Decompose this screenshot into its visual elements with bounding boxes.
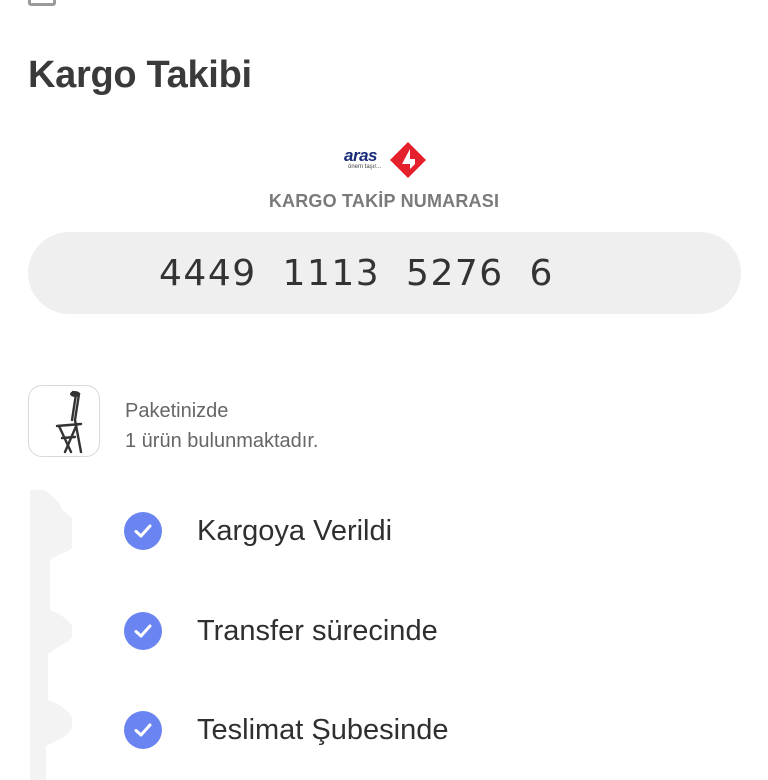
carrier-logo: aras önem taşır... — [340, 140, 430, 182]
status-step-label: Teslimat Şubesinde — [197, 713, 449, 746]
aras-logo-icon — [390, 142, 426, 178]
status-step-label: Transfer sürecinde — [197, 614, 438, 647]
timeline-rail — [30, 490, 72, 780]
status-step-2: Transfer sürecinde — [124, 612, 438, 650]
top-breadcrumb-strip — [0, 0, 768, 8]
tracking-number[interactable]: 4449 1113 5276 6 — [159, 253, 554, 294]
product-thumbnail[interactable] — [28, 385, 100, 457]
carrier-logo-tagline: önem taşır... — [348, 164, 382, 170]
grid-icon — [28, 0, 56, 6]
package-line-2: 1 ürün bulunmaktadır. — [125, 430, 319, 452]
package-line-1: Paketinizde — [125, 400, 229, 422]
status-step-1: Kargoya Verildi — [124, 512, 392, 550]
check-icon — [124, 512, 162, 550]
folding-chair-icon — [55, 390, 83, 454]
status-step-3: Teslimat Şubesinde — [124, 711, 448, 749]
carrier-logo-text: aras — [344, 146, 377, 165]
tracking-number-box[interactable]: 4449 1113 5276 6 — [28, 232, 741, 314]
tracking-number-label: KARGO TAKİP NUMARASI — [268, 191, 500, 211]
check-icon — [124, 612, 162, 650]
check-icon — [124, 711, 162, 749]
page-title: Kargo Takibi — [28, 54, 252, 96]
package-summary: Paketinizde 1 ürün bulunmaktadır. — [125, 396, 318, 456]
status-step-label: Kargoya Verildi — [197, 514, 393, 547]
